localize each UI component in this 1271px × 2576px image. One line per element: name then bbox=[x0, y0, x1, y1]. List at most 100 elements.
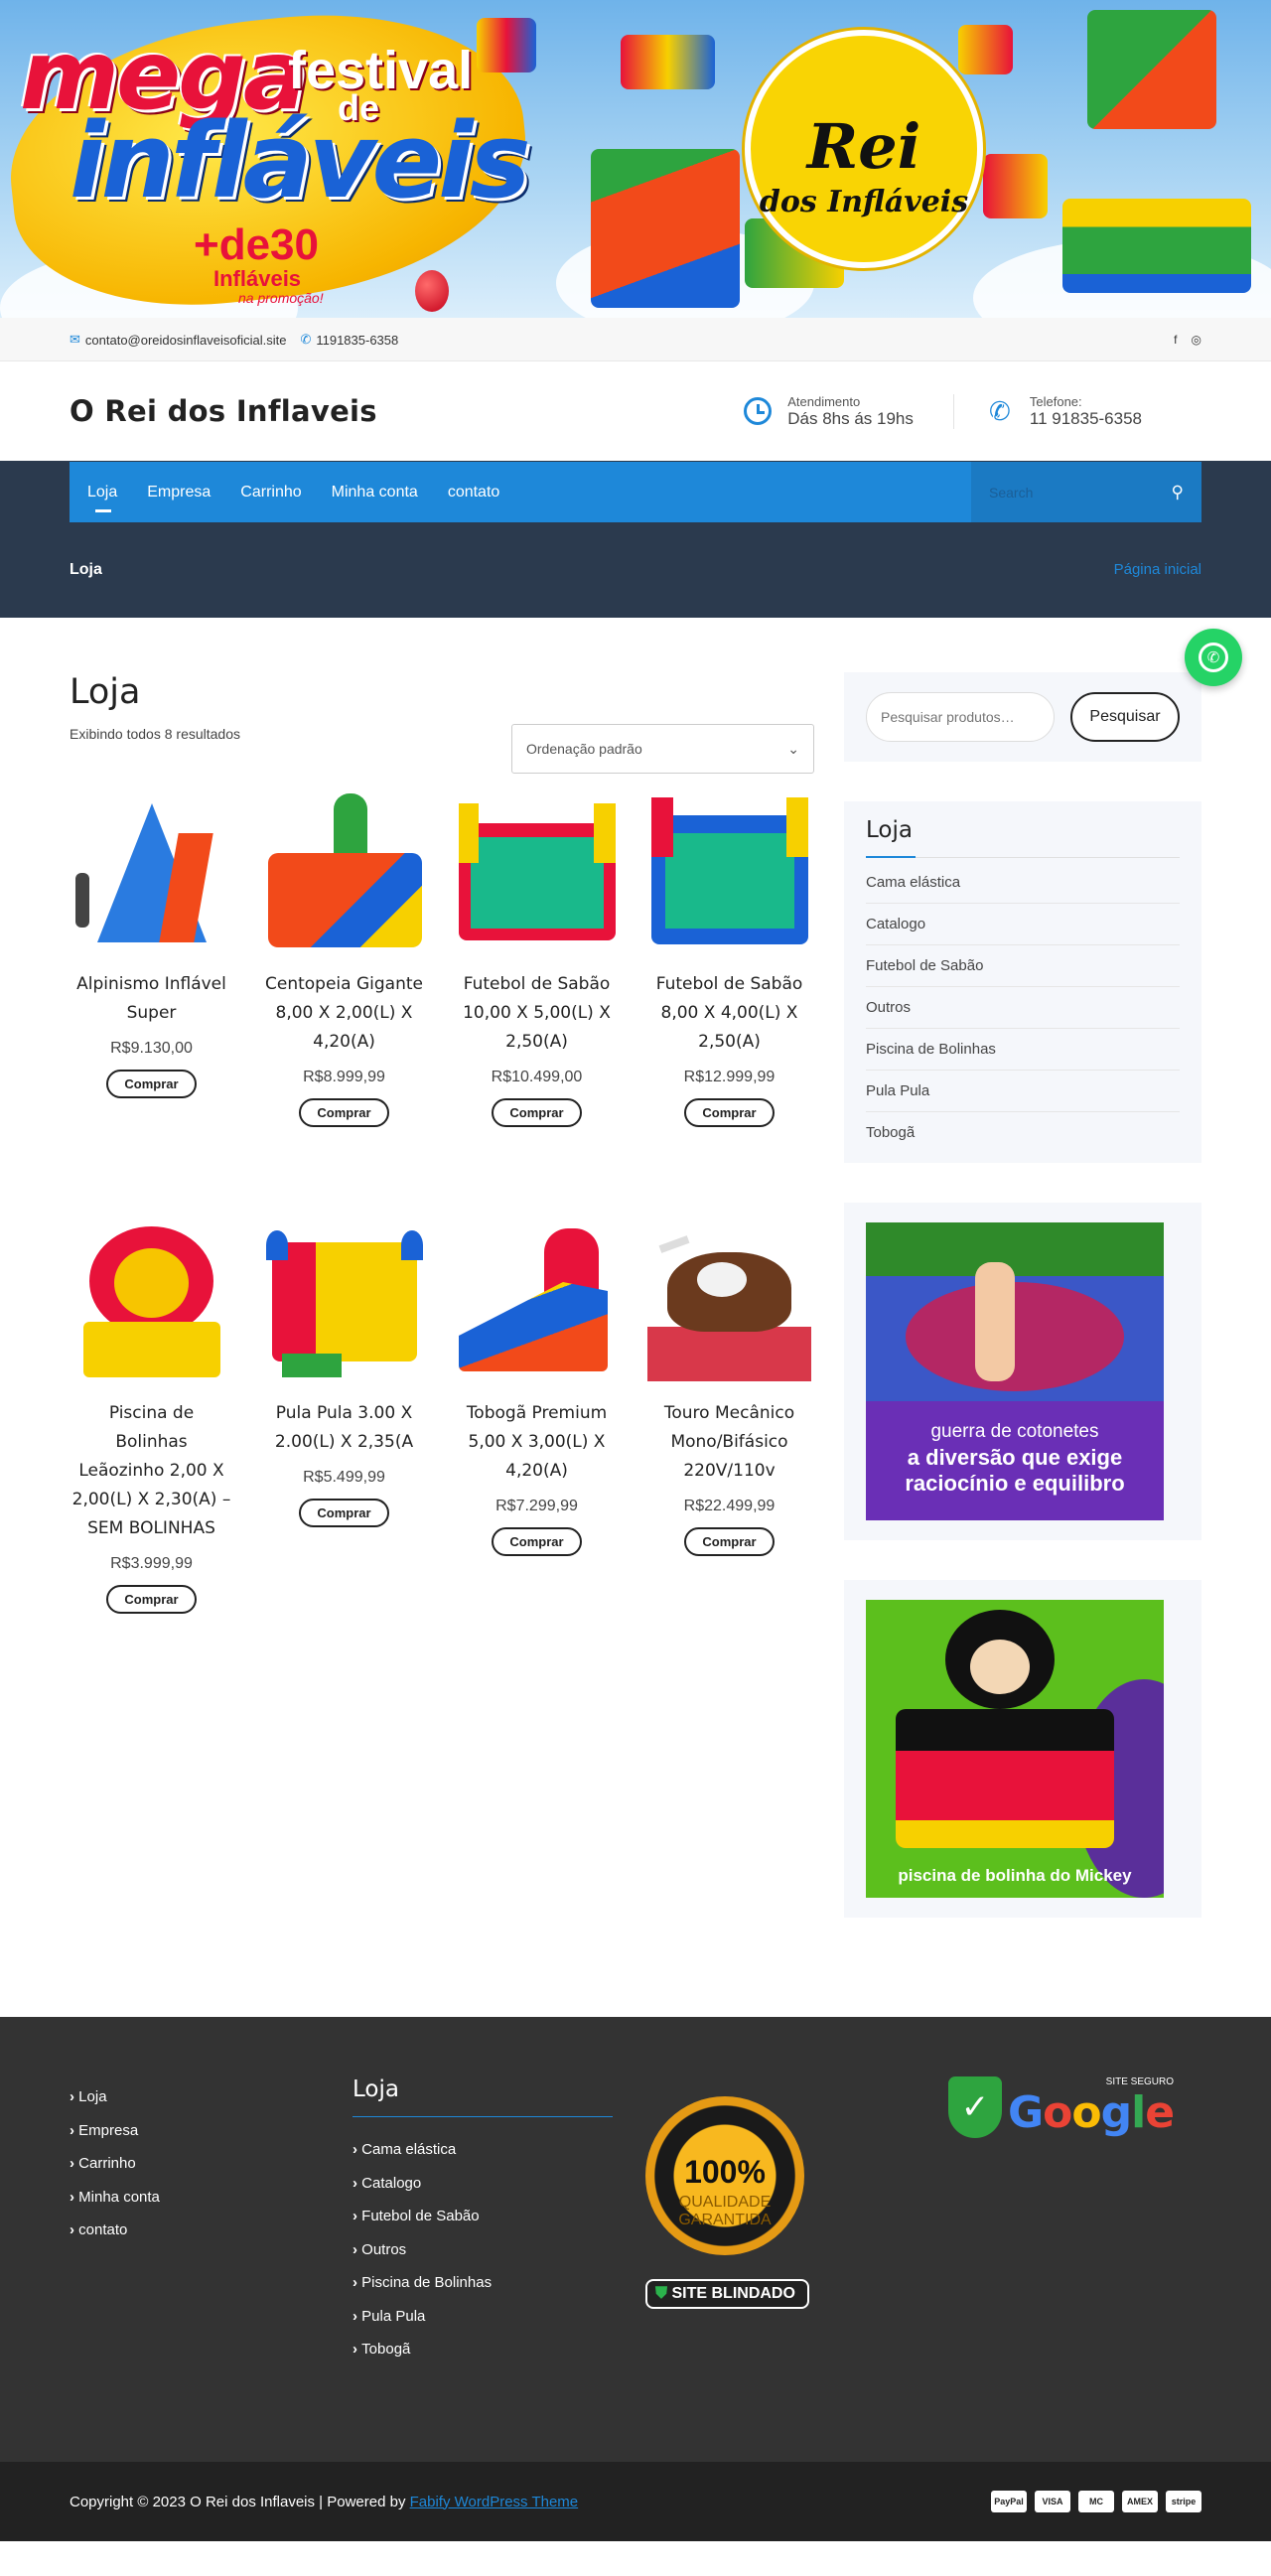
product-image[interactable] bbox=[262, 793, 426, 952]
nav-item-empresa[interactable]: Empresa bbox=[147, 462, 211, 522]
google-safe-badge[interactable]: ✓ SITE SEGURO Google bbox=[948, 2076, 1201, 2138]
product-name[interactable]: Futebol de Sabão 10,00 X 5,00(L) X 2,50(… bbox=[455, 970, 619, 1057]
site-blindado-badge[interactable]: ⛊ SITE BLINDADO bbox=[645, 2279, 809, 2309]
amex-icon: AMEX bbox=[1122, 2491, 1158, 2512]
topbar-phone[interactable]: ✆ 1191835-6358 bbox=[300, 332, 398, 348]
product-card: Centopeia Gigante 8,00 X 2,00(L) X 4,20(… bbox=[262, 793, 426, 1127]
footer-category-link[interactable]: Pula Pula bbox=[353, 2300, 636, 2334]
footer-category-link[interactable]: Futebol de Sabão bbox=[353, 2200, 636, 2233]
whatsapp-button[interactable]: ✆ bbox=[1185, 629, 1242, 686]
product-price: R$22.499,99 bbox=[683, 1498, 776, 1514]
add-to-cart-button[interactable]: Comprar bbox=[106, 1585, 197, 1614]
search-icon[interactable]: ⚲ bbox=[1172, 483, 1184, 502]
footer-categories: Cama elástica Catalogo Futebol de Sabão … bbox=[353, 2133, 636, 2366]
add-to-cart-button[interactable]: Comprar bbox=[492, 1098, 582, 1127]
category-link[interactable]: Piscina de Bolinhas bbox=[866, 1029, 1180, 1071]
category-link[interactable]: Pula Pula bbox=[866, 1071, 1180, 1112]
topbar-email[interactable]: ✉ contato@oreidosinflaveisoficial.site bbox=[70, 332, 286, 348]
topbar-email-text: contato@oreidosinflaveisoficial.site bbox=[84, 332, 287, 348]
inflatable-image bbox=[477, 18, 536, 72]
nav-item-loja[interactable]: Loja bbox=[87, 462, 117, 522]
sidebar: Pesquisar Loja Cama elástica Catalogo Fu… bbox=[844, 672, 1201, 1957]
site-title[interactable]: O Rei dos Inflaveis bbox=[70, 394, 377, 428]
category-link[interactable]: Futebol de Sabão bbox=[866, 945, 1180, 987]
nav-item-contato[interactable]: contato bbox=[448, 462, 499, 522]
footer-category-link[interactable]: Tobogã bbox=[353, 2333, 636, 2366]
product-card: Pula Pula 3.00 X 2.00(L) X 2,35(A R$5.49… bbox=[262, 1222, 426, 1614]
balloon-icon bbox=[415, 270, 449, 312]
product-name[interactable]: Tobogã Premium 5,00 X 3,00(L) X 4,20(A) bbox=[455, 1399, 619, 1486]
product-name[interactable]: Centopeia Gigante 8,00 X 2,00(L) X 4,20(… bbox=[262, 970, 426, 1057]
add-to-cart-button[interactable]: Comprar bbox=[299, 1098, 389, 1127]
add-to-cart-button[interactable]: Comprar bbox=[684, 1527, 775, 1556]
header-phone: ✆ Telefone: 11 91835-6358 bbox=[952, 393, 1201, 429]
footer-category-link[interactable]: Outros bbox=[353, 2233, 636, 2267]
footer-menu-col: Loja Empresa Carrinho Minha conta contat… bbox=[70, 2076, 353, 2366]
facebook-icon[interactable]: f bbox=[1174, 333, 1177, 347]
product-card: Piscina de Bolinhas Leãozinho 2,00 X 2,0… bbox=[70, 1222, 233, 1614]
inflatable-image bbox=[983, 154, 1048, 218]
site-footer: Loja Empresa Carrinho Minha conta contat… bbox=[0, 2017, 1271, 2462]
product-price: R$3.999,99 bbox=[110, 1555, 193, 1572]
product-name[interactable]: Touro Mecânico Mono/Bifásico 220V/110v bbox=[647, 1399, 811, 1486]
product-name[interactable]: Futebol de Sabão 8,00 X 4,00(L) X 2,50(A… bbox=[647, 970, 811, 1057]
category-link[interactable]: Catalogo bbox=[866, 904, 1180, 945]
product-search-input[interactable] bbox=[866, 692, 1055, 742]
inflatable-image bbox=[958, 25, 1013, 74]
product-image[interactable] bbox=[455, 793, 619, 952]
ordering-value: Ordenação padrão bbox=[526, 741, 642, 757]
product-image[interactable] bbox=[262, 1222, 426, 1381]
ordering-select[interactable]: Ordenação padrão ⌄ bbox=[511, 724, 814, 774]
footer-menu: Loja Empresa Carrinho Minha conta contat… bbox=[70, 2080, 353, 2247]
footer-categories-col: Loja Cama elástica Catalogo Futebol de S… bbox=[353, 2076, 636, 2366]
header-hours: Atendimento Dás 8hs ás 19hs bbox=[742, 394, 953, 429]
footer-menu-item[interactable]: Loja bbox=[70, 2080, 353, 2114]
footer-menu-item[interactable]: Minha conta bbox=[70, 2181, 353, 2215]
add-to-cart-button[interactable]: Comprar bbox=[684, 1098, 775, 1127]
add-to-cart-button[interactable]: Comprar bbox=[106, 1070, 197, 1098]
category-link[interactable]: Tobogã bbox=[866, 1112, 1180, 1153]
footer-category-link[interactable]: Cama elástica bbox=[353, 2133, 636, 2167]
promo1-line2: a diversão que exige bbox=[907, 1445, 1123, 1470]
footer-category-link[interactable]: Catalogo bbox=[353, 2167, 636, 2201]
shop-title: Loja bbox=[70, 672, 141, 712]
footer-menu-item[interactable]: Empresa bbox=[70, 2114, 353, 2148]
product-search-button[interactable]: Pesquisar bbox=[1070, 692, 1180, 742]
product-name[interactable]: Piscina de Bolinhas Leãozinho 2,00 X 2,0… bbox=[70, 1399, 233, 1543]
topbar-phone-text: 1191835-6358 bbox=[316, 332, 399, 348]
product-image[interactable] bbox=[70, 1222, 233, 1381]
main-nav: Loja Empresa Carrinho Minha conta contat… bbox=[70, 462, 1201, 522]
nav-item-carrinho[interactable]: Carrinho bbox=[240, 462, 301, 522]
promo-image-cotonetes[interactable]: guerra de cotonetes a diversão que exige… bbox=[866, 1222, 1164, 1520]
theme-link[interactable]: Fabify WordPress Theme bbox=[410, 2494, 579, 2510]
footer-menu-item[interactable]: Carrinho bbox=[70, 2147, 353, 2181]
inflatable-image bbox=[621, 35, 715, 89]
result-count: Exibindo todos 8 resultados bbox=[70, 726, 240, 742]
category-link[interactable]: Outros bbox=[866, 987, 1180, 1029]
nav-search: ⚲ bbox=[971, 462, 1201, 522]
hero-banner: mega festival de infláveis +de30 Infláve… bbox=[0, 0, 1271, 318]
footer-menu-item[interactable]: contato bbox=[70, 2214, 353, 2247]
product-image[interactable] bbox=[647, 1222, 811, 1381]
product-image[interactable] bbox=[455, 1222, 619, 1381]
quality-seal: 100% QUALIDADE GARANTIDA bbox=[645, 2096, 804, 2255]
nav-search-input[interactable] bbox=[989, 484, 1172, 501]
promo-image-mickey[interactable]: piscina de bolinha do Mickey bbox=[866, 1600, 1164, 1898]
category-link[interactable]: Cama elástica bbox=[866, 862, 1180, 904]
google-wordmark: Google bbox=[1008, 2087, 1175, 2138]
hours-label: Atendimento bbox=[787, 393, 861, 409]
product-image[interactable] bbox=[70, 793, 233, 952]
promo-widget-2: piscina de bolinha do Mickey bbox=[844, 1580, 1201, 1918]
add-to-cart-button[interactable]: Comprar bbox=[299, 1499, 389, 1527]
product-name[interactable]: Pula Pula 3.00 X 2.00(L) X 2,35(A bbox=[262, 1399, 426, 1457]
product-image[interactable] bbox=[647, 793, 811, 952]
inflatable-image bbox=[1087, 10, 1216, 129]
phone-value[interactable]: 11 91835-6358 bbox=[1030, 409, 1142, 429]
footer-category-link[interactable]: Piscina de Bolinhas bbox=[353, 2266, 636, 2300]
product-price: R$7.299,99 bbox=[495, 1498, 578, 1514]
add-to-cart-button[interactable]: Comprar bbox=[492, 1527, 582, 1556]
instagram-icon[interactable]: ◎ bbox=[1192, 333, 1201, 347]
breadcrumb-home[interactable]: Página inicial bbox=[1114, 561, 1201, 578]
product-name[interactable]: Alpinismo Inflável Super bbox=[70, 970, 233, 1028]
nav-item-minha-conta[interactable]: Minha conta bbox=[332, 462, 418, 522]
